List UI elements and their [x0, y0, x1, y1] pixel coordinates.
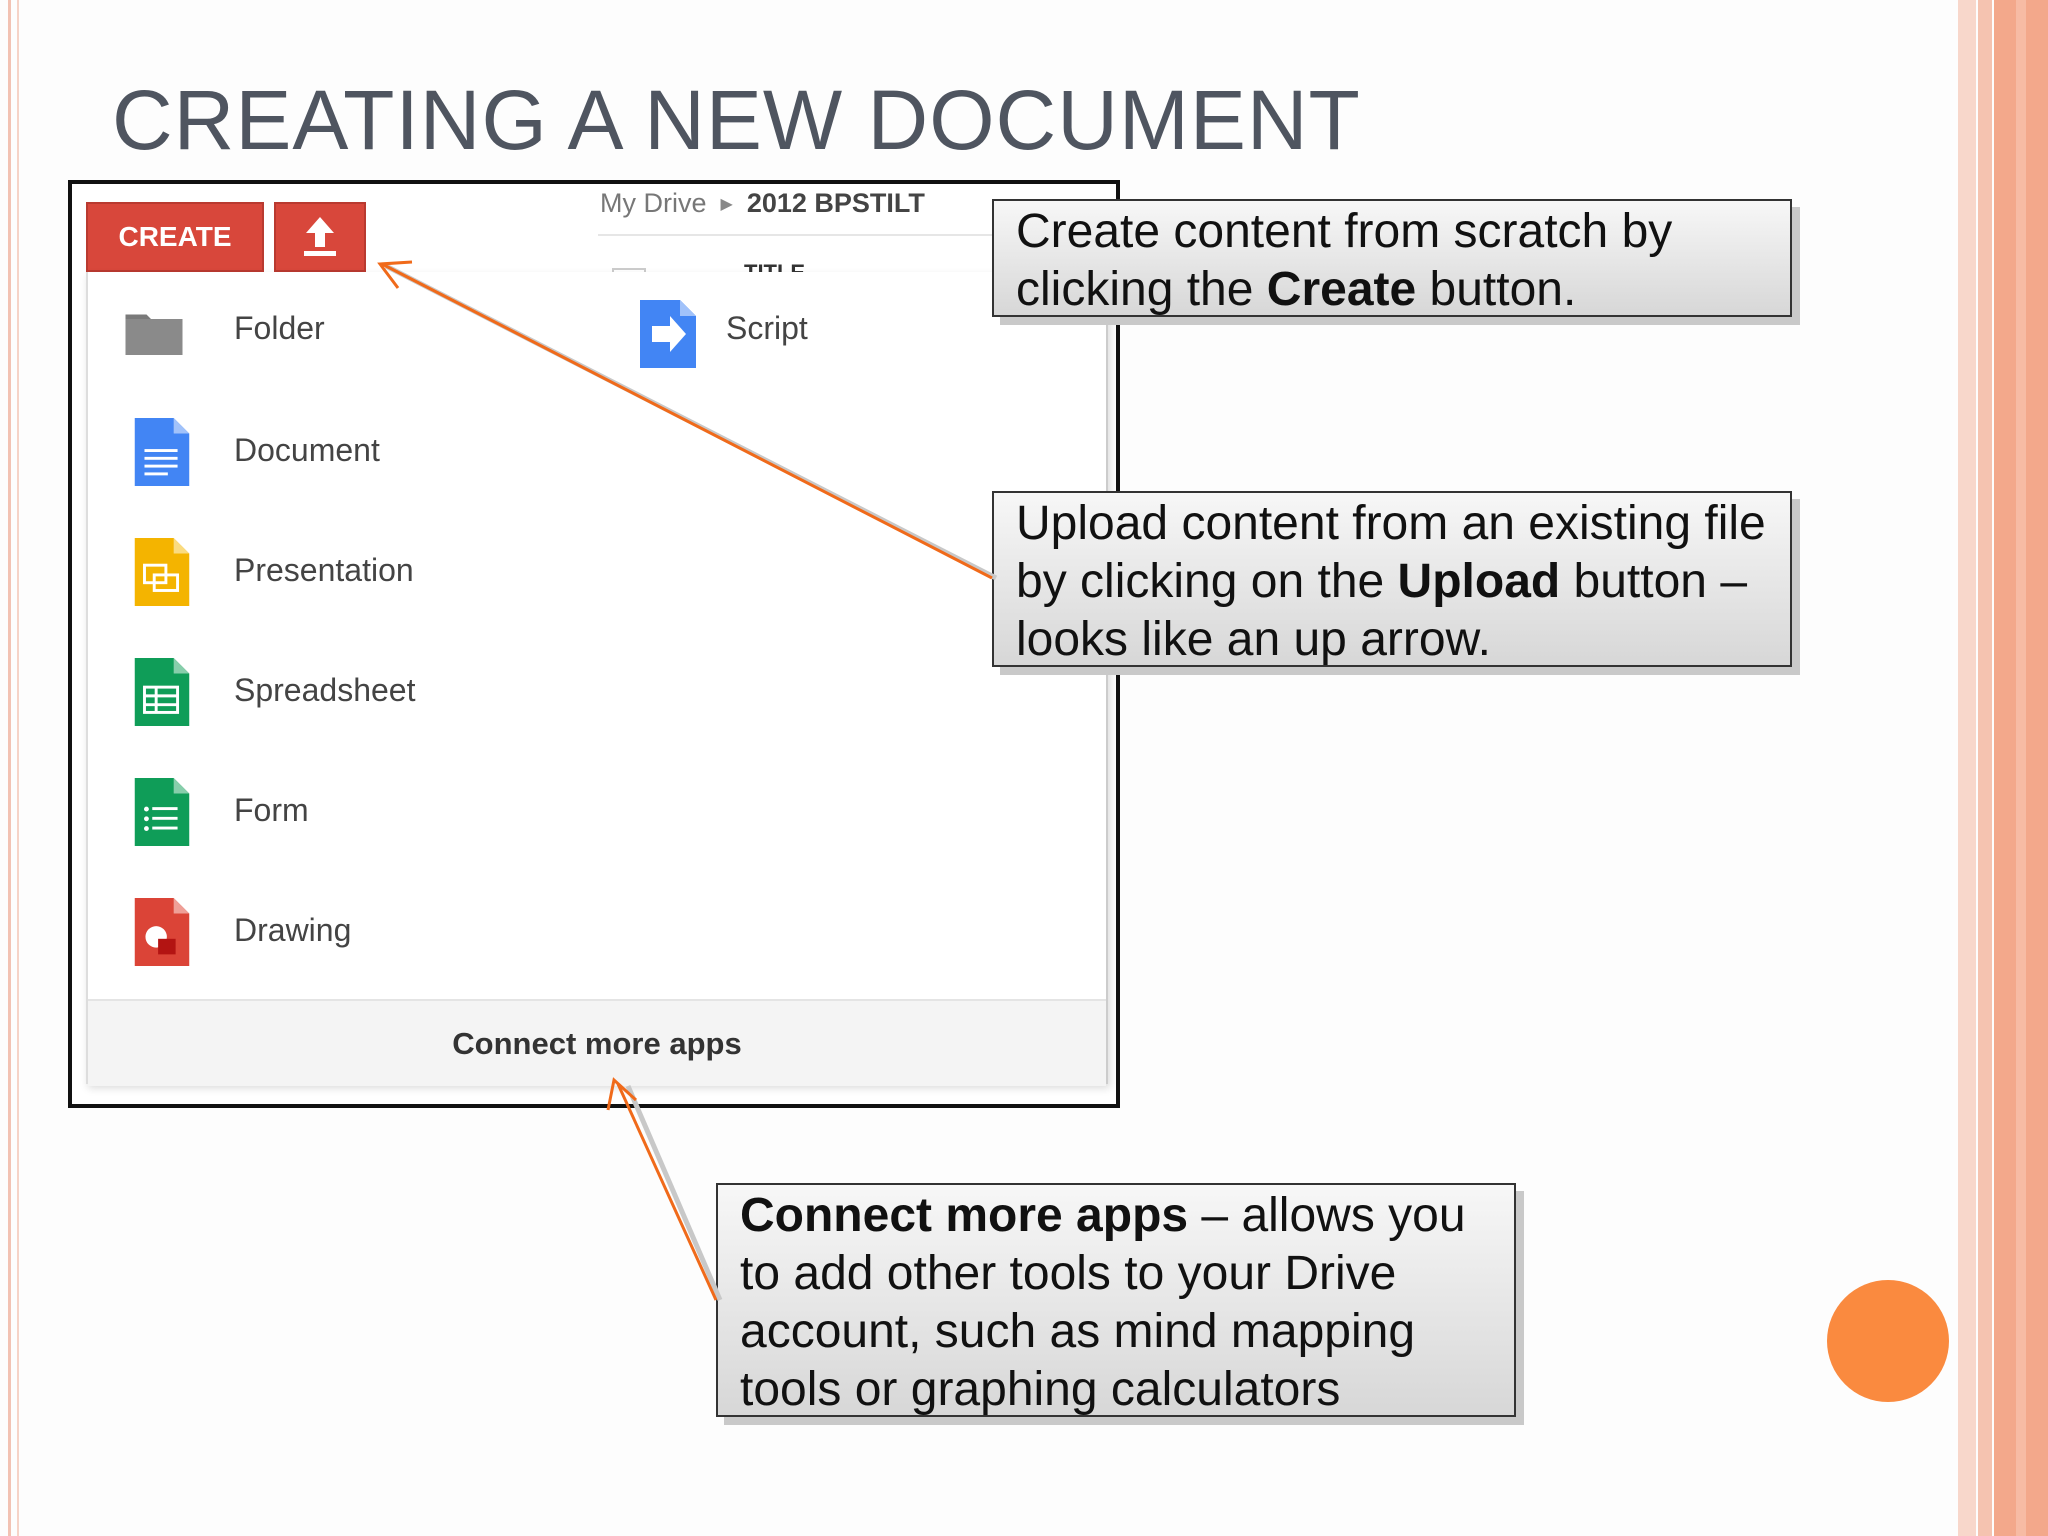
connect-pointer-line: [625, 1085, 723, 1301]
connect-pointer-line: [616, 1083, 718, 1301]
pointer-arrows: [377, 260, 998, 1301]
upload-pointer-line: [381, 262, 993, 580]
